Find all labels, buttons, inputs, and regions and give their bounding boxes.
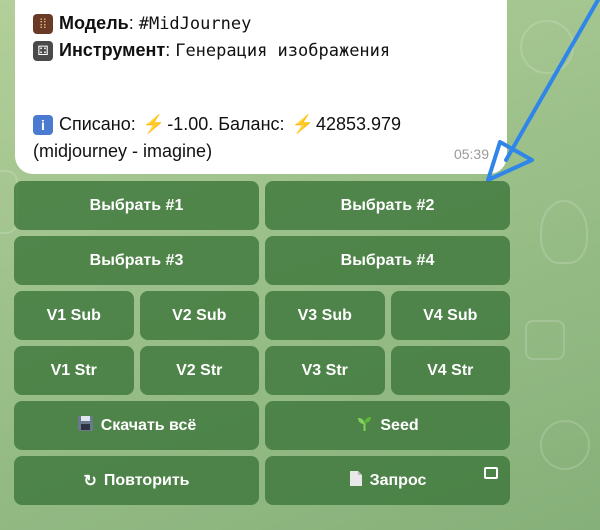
v1-sub-label: V1 Sub [46,306,101,324]
lightning-icon: ⚡ [137,114,166,134]
keyboard-row: Выбрать #3 Выбрать #4 [14,236,510,285]
inline-keyboard: Выбрать #1 Выбрать #2 Выбрать #3 Выбрать… [14,181,510,511]
document-icon [349,470,363,492]
v2-sub-button[interactable]: V2 Sub [139,291,259,340]
v4-sub-label: V4 Sub [423,306,478,324]
select-2-button[interactable]: Выбрать #2 [265,181,510,230]
repeat-button[interactable]: ↻ Повторить [14,456,259,505]
model-label: Модель [59,13,129,33]
v3-str-button[interactable]: V3 Str [265,346,385,395]
floppy-disk-icon [77,415,94,437]
seed-label: Seed [380,416,419,434]
repeat-label: Повторить [103,471,190,489]
v3-str-label: V3 Str [301,361,348,379]
seedling-icon [356,415,373,437]
keyboard-row: ↻ Повторить Запрос [14,456,510,505]
v4-sub-button[interactable]: V4 Sub [390,291,510,340]
select-3-button[interactable]: Выбрать #3 [14,236,259,285]
lightning-icon: ⚡ [286,114,314,134]
source-line: (midjourney - imagine) [33,141,212,162]
v2-str-label: V2 Str [176,361,223,379]
model-value: #MidJourney [138,13,252,34]
dice-icon: ⚃ [33,40,53,61]
tool-line: ⚃ Инструмент: Генерация изображения [33,40,390,61]
charge-line: i Списано: ⚡ -1.00. Баланс: ⚡ 42853.979 [33,114,401,135]
v1-str-button[interactable]: V1 Str [14,346,134,395]
v3-sub-label: V3 Sub [297,306,352,324]
keyboard-row: Выбрать #1 Выбрать #2 [14,181,510,230]
select-4-label: Выбрать #4 [340,251,435,269]
charged-value: -1.00. [167,114,214,134]
refresh-icon: ↻ [83,472,97,490]
balance-value: 42853.979 [315,114,402,134]
background-doodle [525,320,565,360]
v2-str-button[interactable]: V2 Str [139,346,259,395]
tool-value: Генерация изображения [175,40,391,61]
select-4-button[interactable]: Выбрать #4 [265,236,510,285]
select-1-label: Выбрать #1 [89,196,184,214]
v2-sub-label: V2 Sub [172,306,227,324]
request-button[interactable]: Запрос [265,456,510,505]
balance-label: Баланс: [218,114,285,134]
source-text: (midjourney - imagine) [33,141,213,161]
keyboard-row: V1 Sub V2 Sub V3 Sub V4 Sub [14,291,510,340]
v3-sub-button[interactable]: V3 Sub [265,291,385,340]
v1-str-label: V1 Str [50,361,97,379]
abacus-icon: ⁞⁞ [33,13,53,34]
background-doodle [540,420,590,470]
v1-sub-button[interactable]: V1 Sub [14,291,134,340]
open-window-icon [484,467,498,479]
tool-label: Инструмент [59,40,166,60]
seed-button[interactable]: Seed [265,401,510,450]
keyboard-row: Скачать всё Seed [14,401,510,450]
v4-str-button[interactable]: V4 Str [390,346,510,395]
charged-label: Списано: [59,114,136,134]
v4-str-label: V4 Str [427,361,474,379]
info-icon: i [33,114,53,135]
background-doodle [520,20,574,74]
download-all-button[interactable]: Скачать всё [14,401,259,450]
message-bubble: ⁞⁞ Модель: #MidJourney ⚃ Инструмент: Ген… [15,0,507,174]
request-label: Запрос [369,471,427,489]
message-time: 05:39 [453,146,489,162]
model-line: ⁞⁞ Модель: #MidJourney [33,13,251,34]
select-1-button[interactable]: Выбрать #1 [14,181,259,230]
select-3-label: Выбрать #3 [89,251,184,269]
background-doodle [540,200,588,264]
select-2-label: Выбрать #2 [340,196,435,214]
keyboard-row: V1 Str V2 Str V3 Str V4 Str [14,346,510,395]
download-all-label: Скачать всё [100,416,197,434]
